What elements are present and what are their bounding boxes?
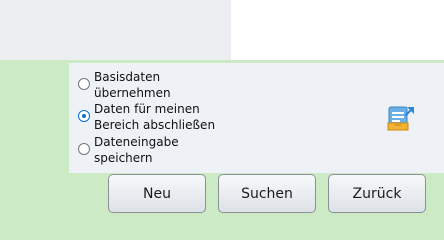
option-label: Basisdaten übernehmen — [94, 70, 171, 100]
option-daten-abschliessen[interactable]: Daten für meinen Bereich abschließen — [78, 101, 215, 133]
top-white-area — [231, 0, 444, 60]
radio-daten-abschliessen[interactable] — [78, 110, 90, 122]
suchen-button[interactable]: Suchen — [218, 174, 316, 213]
option-label: Daten für meinen Bereich abschließen — [94, 102, 216, 132]
options-panel: Basisdaten übernehmen Daten für meinen B… — [69, 63, 444, 173]
radio-dateneingabe-speichern[interactable] — [78, 143, 90, 155]
document-edit-icon[interactable] — [387, 103, 415, 133]
option-basisdaten[interactable]: Basisdaten übernehmen — [78, 69, 171, 101]
radio-basisdaten[interactable] — [78, 78, 90, 90]
neu-button[interactable]: Neu — [108, 174, 206, 213]
option-dateneingabe-speichern[interactable]: Dateneingabe speichern — [78, 134, 179, 166]
top-gray-area — [0, 0, 231, 60]
zurueck-button[interactable]: Zurück — [328, 174, 426, 213]
option-label: Dateneingabe speichern — [94, 135, 179, 165]
